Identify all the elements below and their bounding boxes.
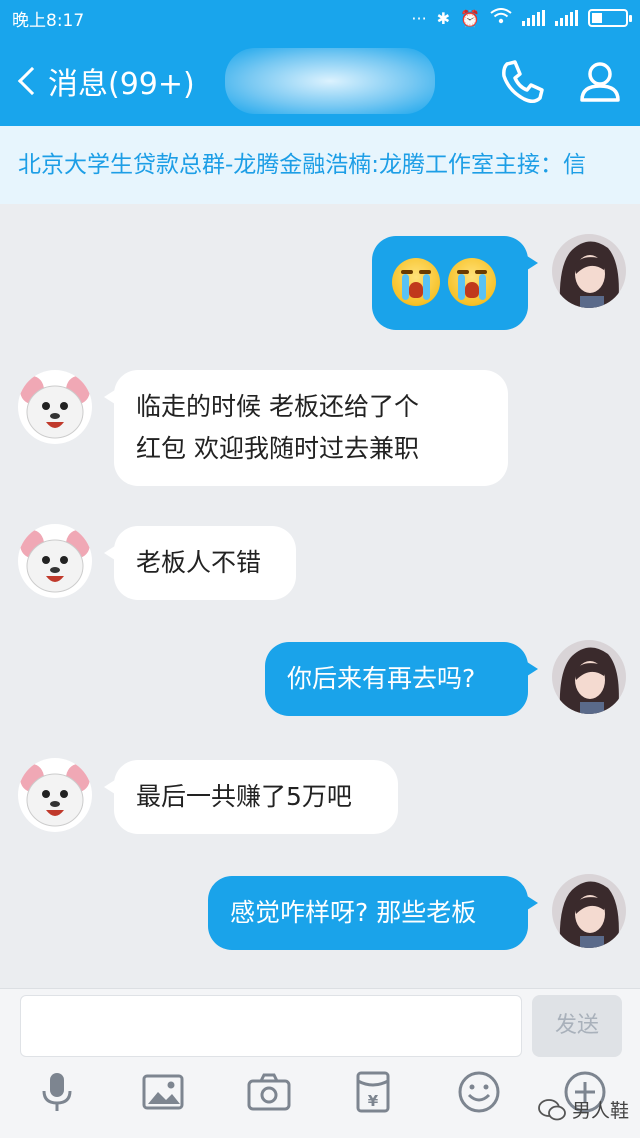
my-avatar[interactable] xyxy=(552,874,626,948)
message-bubble-outgoing[interactable]: 感觉咋样呀? 那些老板 xyxy=(208,876,538,950)
message-text: 你后来有再去吗? xyxy=(287,664,476,693)
message-row: 老板人不错 xyxy=(0,520,640,604)
contact-avatar[interactable] xyxy=(18,758,92,832)
message-bubble-incoming[interactable]: 最后一共赚了5万吧 xyxy=(104,760,398,834)
image-icon xyxy=(142,1074,184,1110)
call-button[interactable] xyxy=(494,54,550,110)
wechat-icon xyxy=(538,1098,566,1120)
emoji-button[interactable] xyxy=(456,1069,502,1115)
voice-button[interactable] xyxy=(34,1069,80,1115)
message-bubble-incoming[interactable]: 临走的时候 老板还给了个 红包 欢迎我随时过去兼职 xyxy=(104,370,508,486)
send-button[interactable]: 发送 xyxy=(532,995,622,1057)
back-icon xyxy=(17,66,47,96)
message-bubble-outgoing[interactable]: 你后来有再去吗? xyxy=(265,642,538,716)
message-input[interactable] xyxy=(20,995,522,1057)
camera-icon xyxy=(247,1073,291,1111)
image-button[interactable] xyxy=(140,1069,186,1115)
contact-avatar[interactable] xyxy=(18,524,92,598)
status-icons: ··· ✱ ⏰ xyxy=(411,8,632,28)
signal-icon-2 xyxy=(555,10,578,26)
message-text: 感觉咋样呀? 那些老板 xyxy=(230,898,477,927)
watermark-text: 男人鞋 xyxy=(572,1100,630,1122)
back-label: 消息(99+) xyxy=(48,67,195,102)
message-row: 感觉咋样呀? 那些老板 xyxy=(0,872,640,956)
red-packet-button[interactable]: ¥ xyxy=(350,1069,396,1115)
message-text: 最后一共赚了5万吧 xyxy=(136,782,352,811)
phone-icon xyxy=(502,60,544,103)
message-text: 临走的时候 老板还给了个 xyxy=(136,392,419,421)
camera-button[interactable] xyxy=(246,1069,292,1115)
wifi-icon xyxy=(490,8,512,28)
status-time: 晚上8:17 xyxy=(12,10,85,31)
message-bubble-incoming[interactable]: 老板人不错 xyxy=(104,526,296,600)
alarm-icon: ⏰ xyxy=(460,8,480,28)
profile-button[interactable] xyxy=(572,54,628,110)
my-avatar[interactable] xyxy=(552,640,626,714)
bluetooth-icon: ✱ xyxy=(436,8,451,28)
message-row: 临走的时候 老板还给了个 红包 欢迎我随时过去兼职 xyxy=(0,366,640,490)
status-bar: 晚上8:17 ··· ✱ ⏰ xyxy=(0,0,640,36)
smiley-icon xyxy=(458,1071,500,1113)
watermark: 男人鞋 xyxy=(538,1096,629,1123)
redacted-chat-title xyxy=(225,48,435,114)
signal-icon xyxy=(522,10,545,26)
message-row: 你后来有再去吗? xyxy=(0,638,640,722)
message-text: 红包 欢迎我随时过去兼职 xyxy=(136,434,419,463)
nav-bar: 消息(99+) xyxy=(0,36,640,126)
message-row: 最后一共赚了5万吧 xyxy=(0,756,640,840)
back-button[interactable]: 消息(99+) xyxy=(0,36,195,126)
more-dots-icon: ··· xyxy=(411,8,427,28)
crying-face-emoji xyxy=(448,258,496,306)
crying-face-emoji xyxy=(392,258,440,306)
group-announcement[interactable]: 北京大学生贷款总群-龙腾金融浩楠:龙腾工作室主接：信 xyxy=(0,126,640,204)
contact-avatar[interactable] xyxy=(18,370,92,444)
my-avatar[interactable] xyxy=(552,234,626,308)
red-packet-icon: ¥ xyxy=(356,1071,390,1113)
message-bubble-outgoing[interactable] xyxy=(372,236,538,330)
microphone-icon xyxy=(42,1073,72,1111)
svg-text:¥: ¥ xyxy=(368,1092,379,1110)
message-row xyxy=(0,232,640,332)
message-text: 老板人不错 xyxy=(136,548,262,577)
person-icon xyxy=(580,62,620,102)
battery-icon xyxy=(588,9,632,27)
